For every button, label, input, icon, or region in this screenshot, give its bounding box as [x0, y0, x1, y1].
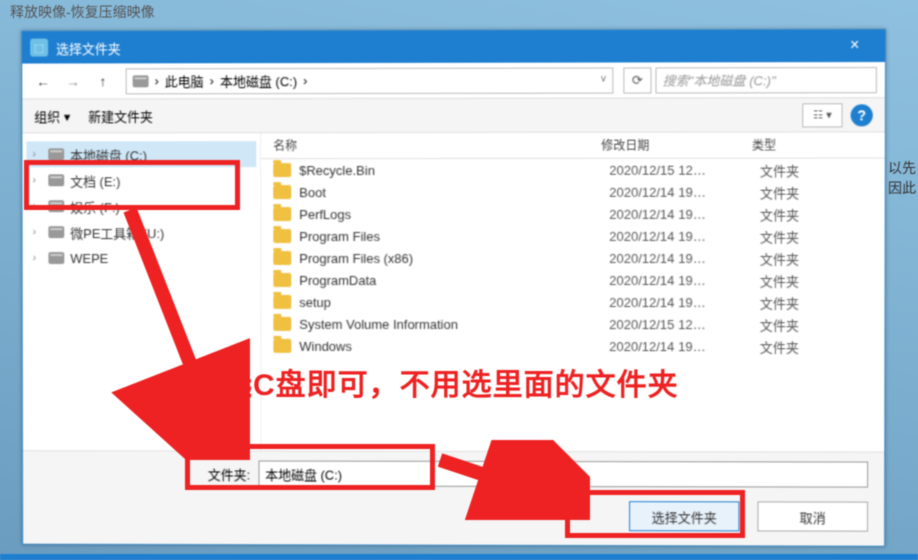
breadcrumb-sep: ›: [303, 73, 307, 88]
breadcrumb-sep: ›: [210, 73, 214, 88]
up-button[interactable]: ↑: [90, 68, 116, 94]
annotation-highlight-select-button: [565, 490, 745, 538]
file-type: 文件夹: [760, 315, 799, 334]
file-type: 文件夹: [760, 226, 799, 245]
address-bar[interactable]: › 此电脑 › 本地磁盘 (C:) › ˅: [126, 67, 614, 94]
file-name: PerfLogs: [299, 206, 609, 221]
file-type: 文件夹: [760, 204, 799, 223]
outer-window-title: 释放映像-恢复压缩映像: [10, 2, 155, 22]
toolbar: 组织 ▾ 新建文件夹 ☷ ▾ ?: [22, 98, 885, 133]
file-type: 文件夹: [760, 182, 799, 201]
dialog-icon: ⬚: [30, 39, 48, 57]
organize-menu[interactable]: 组织 ▾: [34, 106, 70, 125]
file-date: 2020/12/14 19…: [609, 184, 760, 199]
file-row[interactable]: setup2020/12/14 19…文件夹: [261, 291, 884, 313]
file-row[interactable]: Program Files2020/12/14 19…文件夹: [261, 225, 884, 247]
file-row[interactable]: Boot2020/12/14 19…文件夹: [261, 181, 885, 203]
file-list: 名称 修改日期 类型 $Recycle.Bin2020/12/15 12…文件夹…: [261, 132, 885, 453]
annotation-arrow-1: [70, 200, 250, 460]
file-date: 2020/12/14 19…: [609, 250, 760, 265]
file-date: 2020/12/14 19…: [609, 295, 760, 310]
nav-bar: ← → ↑ › 此电脑 › 本地磁盘 (C:) › ˅ ⟳ 搜索"本地磁盘 (C…: [22, 62, 885, 99]
folder-icon: [273, 273, 291, 287]
file-date: 2020/12/14 19…: [609, 273, 760, 288]
file-name: Boot: [299, 184, 609, 199]
file-date: 2020/12/14 19…: [609, 339, 760, 354]
view-options-button[interactable]: ☷ ▾: [802, 103, 842, 127]
file-date: 2020/12/14 19…: [609, 228, 760, 243]
file-type: 文件夹: [760, 270, 799, 289]
file-date: 2020/12/14 19…: [609, 206, 760, 221]
column-header-type[interactable]: 类型: [752, 132, 885, 157]
folder-icon: [273, 251, 291, 265]
folder-icon: [273, 185, 291, 199]
folder-icon: [273, 339, 291, 353]
forward-button[interactable]: →: [60, 68, 86, 94]
file-type: 文件夹: [760, 248, 799, 267]
close-button[interactable]: ×: [833, 30, 877, 62]
side-text-line2: 因此: [888, 178, 916, 198]
search-placeholder: 搜索"本地磁盘 (C:)": [663, 70, 776, 89]
file-row[interactable]: ProgramData2020/12/14 19…文件夹: [261, 269, 884, 291]
file-name: System Volume Information: [299, 316, 609, 331]
column-header-date[interactable]: 修改日期: [601, 133, 752, 158]
file-row[interactable]: System Volume Information2020/12/15 12…文…: [261, 313, 884, 335]
folder-icon: [273, 163, 291, 177]
refresh-button[interactable]: ⟳: [623, 67, 651, 93]
chevron-right-icon: ›: [32, 148, 42, 160]
file-row[interactable]: PerfLogs2020/12/14 19…文件夹: [261, 203, 884, 225]
file-name: Windows: [299, 338, 609, 353]
new-folder-button[interactable]: 新建文件夹: [88, 106, 153, 125]
file-row[interactable]: $Recycle.Bin2020/12/15 12…文件夹: [261, 159, 885, 182]
dialog-title: 选择文件夹: [56, 38, 121, 57]
chevron-right-icon: ›: [32, 226, 42, 238]
help-button[interactable]: ?: [851, 104, 873, 126]
dialog-titlebar: ⬚ 选择文件夹 ×: [22, 30, 885, 64]
file-type: 文件夹: [760, 337, 799, 356]
search-input[interactable]: 搜索"本地磁盘 (C:)": [656, 67, 877, 93]
drive-icon: [48, 148, 64, 160]
folder-icon: [273, 295, 291, 309]
annotation-arrow-2: [430, 440, 590, 520]
file-name: Program Files: [299, 228, 609, 243]
file-name: ProgramData: [299, 272, 609, 287]
annotation-text: 选C盘即可，不用选里面的文件夹: [222, 360, 679, 404]
breadcrumb-root[interactable]: 此电脑: [165, 71, 204, 90]
side-truncated-text: 以先 因此: [888, 158, 916, 198]
side-text-line1: 以先: [888, 158, 916, 178]
file-date: 2020/12/15 12…: [609, 162, 760, 177]
file-name: $Recycle.Bin: [299, 162, 609, 177]
file-row[interactable]: Windows2020/12/14 19…文件夹: [261, 335, 884, 357]
folder-icon: [273, 229, 291, 243]
file-name: Program Files (x86): [299, 250, 609, 265]
file-type: 文件夹: [760, 160, 799, 179]
file-date: 2020/12/15 12…: [609, 317, 760, 332]
breadcrumb-drive[interactable]: 本地磁盘 (C:): [220, 71, 297, 90]
drive-icon: [48, 226, 64, 238]
outer-window-bottom-border: [0, 554, 918, 560]
folder-icon: [273, 207, 291, 221]
column-header-name[interactable]: 名称: [261, 133, 601, 158]
back-button[interactable]: ←: [30, 68, 56, 94]
cancel-button[interactable]: 取消: [757, 501, 868, 531]
folder-icon: [273, 317, 291, 331]
file-row[interactable]: Program Files (x86)2020/12/14 19…文件夹: [261, 247, 884, 269]
column-headers: 名称 修改日期 类型: [261, 132, 885, 159]
chevron-right-icon: ›: [33, 252, 43, 264]
breadcrumb-sep: ›: [155, 73, 159, 88]
address-dropdown-icon[interactable]: ˅: [600, 75, 606, 86]
file-name: setup: [299, 294, 609, 309]
drive-icon: [133, 75, 149, 87]
drive-icon: [48, 252, 64, 264]
file-type: 文件夹: [760, 293, 799, 312]
